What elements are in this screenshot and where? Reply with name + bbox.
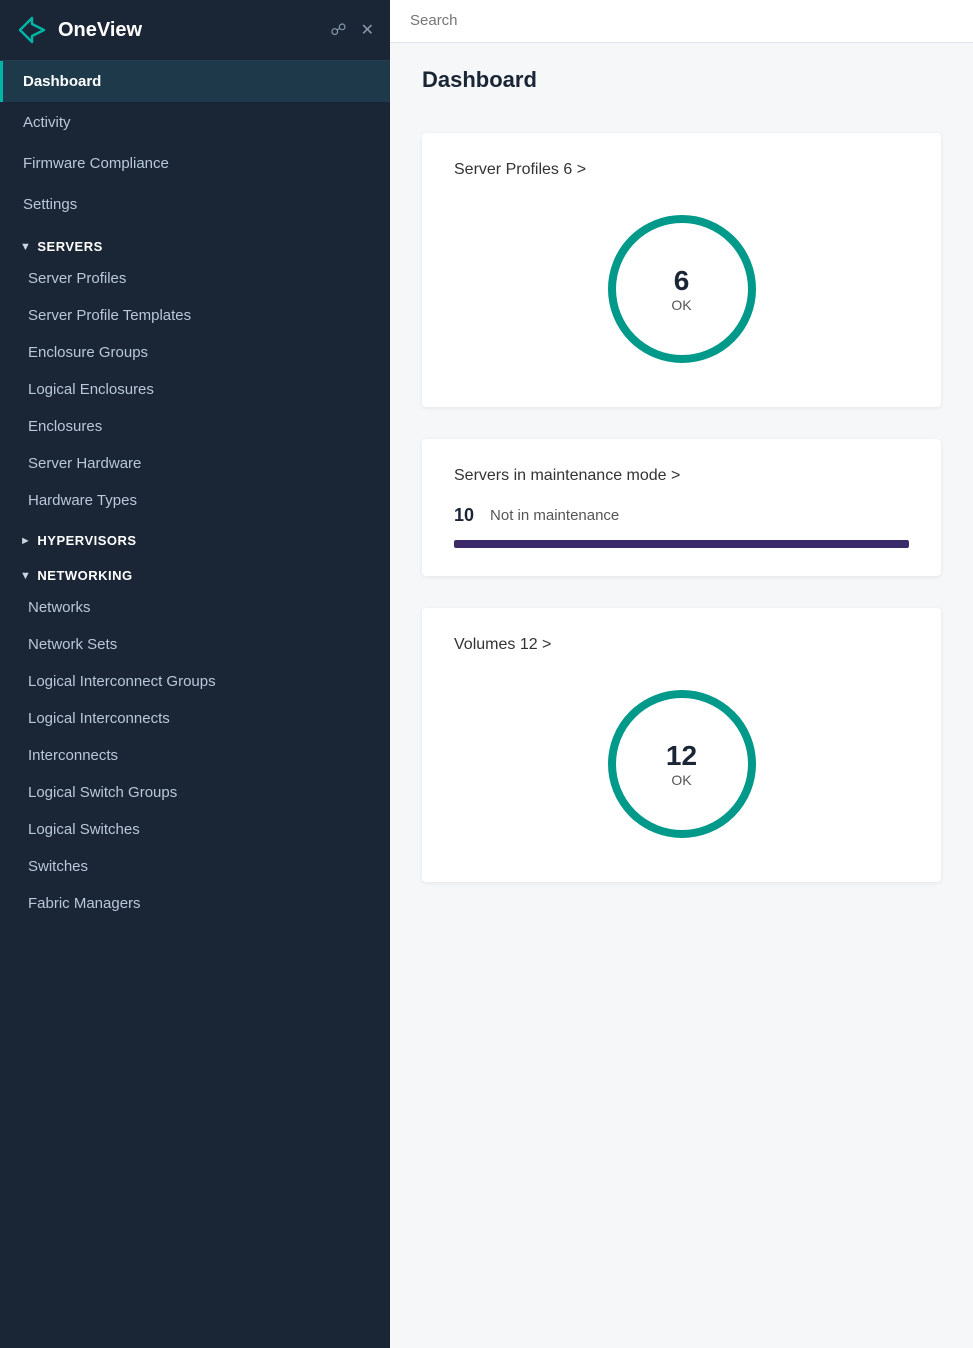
circle-chart-server-profiles-widget: 6 OK xyxy=(602,209,762,369)
close-icon[interactable]: ✕ xyxy=(361,20,374,40)
section-arrow-servers-header: ▼ xyxy=(20,241,31,253)
section-arrow-hypervisors-header: ► xyxy=(20,535,31,547)
maintenance-number-maintenance-widget: 10 xyxy=(454,505,474,526)
bar-fill-maintenance-widget xyxy=(454,540,909,548)
circle-status-server-profiles-widget: OK xyxy=(671,297,691,313)
sidebar-item-interconnects[interactable]: Interconnects xyxy=(0,737,390,774)
sidebar-item-server-profile-templates[interactable]: Server Profile Templates xyxy=(0,297,390,334)
header-actions: ☍ ✕ xyxy=(330,20,374,40)
sidebar-item-server-profiles[interactable]: Server Profiles xyxy=(0,260,390,297)
sidebar-item-logical-switches[interactable]: Logical Switches xyxy=(0,811,390,848)
circle-number-volumes-widget: 12 xyxy=(666,740,697,772)
oneview-logo-icon xyxy=(16,14,48,46)
circle-status-volumes-widget: OK xyxy=(666,772,697,788)
sidebar-header: OneView ☍ ✕ xyxy=(0,0,390,61)
circle-center-server-profiles-widget: 6 OK xyxy=(671,265,691,313)
sidebar-item-logical-interconnect-groups[interactable]: Logical Interconnect Groups xyxy=(0,663,390,700)
sidebar-item-network-sets[interactable]: Network Sets xyxy=(0,626,390,663)
dashboard-title: Dashboard xyxy=(422,67,941,93)
circle-number-server-profiles-widget: 6 xyxy=(671,265,691,297)
pin-icon[interactable]: ☍ xyxy=(330,20,346,40)
sidebar-item-dashboard[interactable]: Dashboard xyxy=(0,61,390,102)
sidebar-item-logical-switch-groups[interactable]: Logical Switch Groups xyxy=(0,774,390,811)
circle-container-volumes-widget: 12 OK xyxy=(454,674,909,854)
bar-container-maintenance-widget xyxy=(454,540,909,548)
maintenance-content-maintenance-widget: 10 Not in maintenance xyxy=(454,505,909,548)
section-arrow-networking-header: ▼ xyxy=(20,570,31,582)
maintenance-stats-maintenance-widget: 10 Not in maintenance xyxy=(454,505,909,526)
main-content: Dashboard Server Profiles 6 > 6 OK Serve… xyxy=(390,0,973,1348)
widget-volumes-widget: Volumes 12 > 12 OK xyxy=(422,608,941,882)
sidebar-item-server-hardware[interactable]: Server Hardware xyxy=(0,445,390,482)
circle-center-volumes-widget: 12 OK xyxy=(666,740,697,788)
widget-title-server-profiles-widget[interactable]: Server Profiles 6 > xyxy=(454,161,909,179)
widget-title-maintenance-widget[interactable]: Servers in maintenance mode > xyxy=(454,467,909,485)
sidebar-section-hypervisors-header[interactable]: ► HYPERVISORS xyxy=(0,519,390,554)
sidebar-section-servers-header[interactable]: ▼ SERVERS xyxy=(0,225,390,260)
sidebar-item-enclosure-groups[interactable]: Enclosure Groups xyxy=(0,334,390,371)
widget-server-profiles-widget: Server Profiles 6 > 6 OK xyxy=(422,133,941,407)
sidebar-item-enclosures[interactable]: Enclosures xyxy=(0,408,390,445)
sidebar-item-switches[interactable]: Switches xyxy=(0,848,390,885)
app-title: OneView xyxy=(58,19,320,42)
circle-chart-volumes-widget: 12 OK xyxy=(602,684,762,844)
sidebar-item-fabric-managers[interactable]: Fabric Managers xyxy=(0,885,390,922)
search-input[interactable] xyxy=(410,12,953,29)
sidebar-nav: DashboardActivityFirmware ComplianceSett… xyxy=(0,61,390,922)
widgets-container: Server Profiles 6 > 6 OK Servers in main… xyxy=(422,133,941,882)
widget-maintenance-widget: Servers in maintenance mode > 10 Not in ma… xyxy=(422,439,941,576)
sidebar-item-logical-interconnects[interactable]: Logical Interconnects xyxy=(0,700,390,737)
sidebar-item-firmware-compliance[interactable]: Firmware Compliance xyxy=(0,143,390,184)
sidebar-item-activity[interactable]: Activity xyxy=(0,102,390,143)
sidebar-item-hardware-types[interactable]: Hardware Types xyxy=(0,482,390,519)
sidebar-item-logical-enclosures[interactable]: Logical Enclosures xyxy=(0,371,390,408)
sidebar-section-networking-header[interactable]: ▼ NETWORKING xyxy=(0,554,390,589)
sidebar-item-networks[interactable]: Networks xyxy=(0,589,390,626)
sidebar: OneView ☍ ✕ DashboardActivityFirmware Co… xyxy=(0,0,390,1348)
dashboard-body: Dashboard Server Profiles 6 > 6 OK Serve… xyxy=(390,43,973,906)
circle-container-server-profiles-widget: 6 OK xyxy=(454,199,909,379)
widget-title-volumes-widget[interactable]: Volumes 12 > xyxy=(454,636,909,654)
sidebar-item-settings[interactable]: Settings xyxy=(0,184,390,225)
maintenance-label-maintenance-widget: Not in maintenance xyxy=(490,507,619,524)
search-bar xyxy=(390,0,973,43)
